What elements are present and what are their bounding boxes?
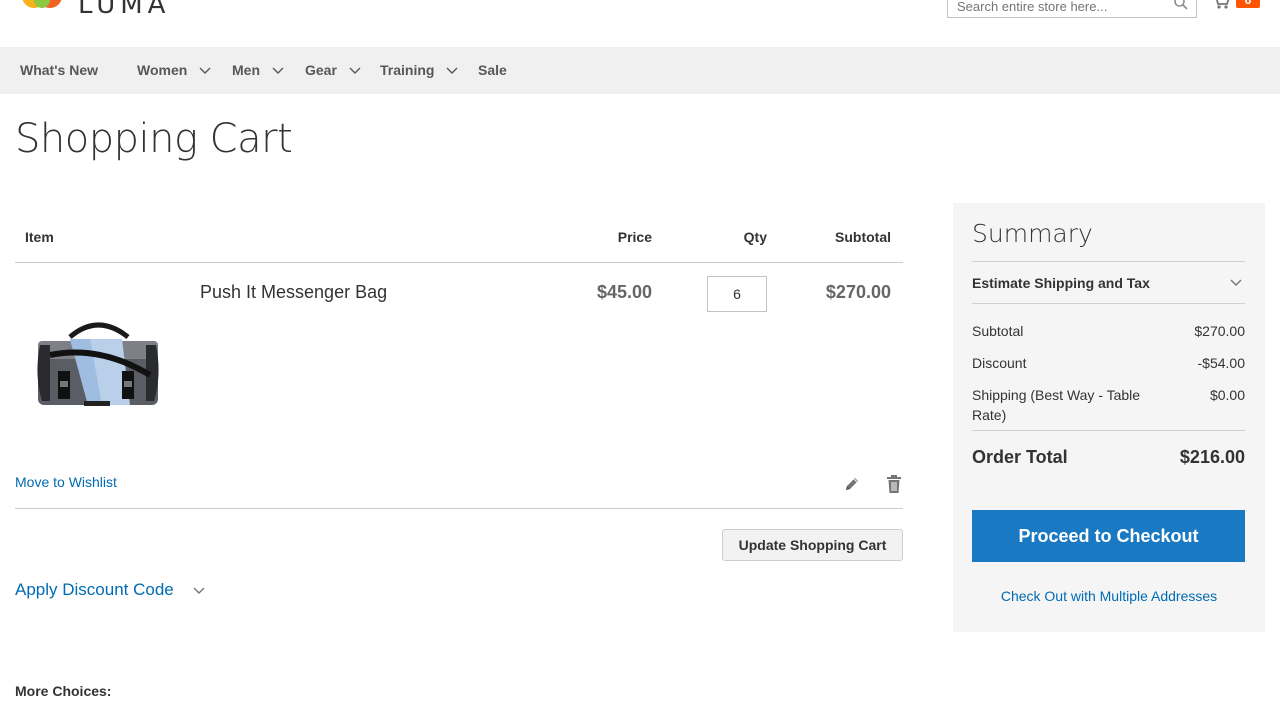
cart-summary: Summary Estimate Shipping and Tax Subtot… [953,203,1265,632]
more-choices-heading: More Choices: [15,683,112,699]
estimate-shipping-toggle[interactable]: Estimate Shipping and Tax [972,275,1150,291]
edit-pencil-icon[interactable] [843,475,861,493]
nav-item-sale[interactable]: Sale [478,47,507,94]
product-subtotal: $270.00 [825,282,891,302]
nav-item-whats-new[interactable]: What's New [20,47,98,94]
update-shopping-cart-button[interactable]: Update Shopping Cart [722,529,903,561]
summary-discount-value: -$54.00 [1197,355,1245,371]
product-name-link[interactable]: Push It Messenger Bag [200,282,387,303]
summary-shipping-label: Shipping (Best Way - Table Rate) [972,387,1141,423]
nav-item-men[interactable]: Men [232,47,284,94]
nav-item-label: What's New [20,62,99,78]
qty-input[interactable] [707,276,767,312]
chevron-down-icon [199,67,211,75]
site-header: LUMA 6 [0,0,1280,47]
summary-divider [972,261,1245,262]
product-price: $45.00 [596,282,652,302]
logo-text[interactable]: LUMA [78,0,170,20]
chevron-down-icon[interactable] [1230,279,1242,287]
page-title: Shopping Cart [15,116,293,162]
summary-discount-label: Discount [972,355,1027,371]
cart-icon [1216,0,1230,9]
nav-item-training[interactable]: Training [380,47,458,94]
order-total-value: $216.00 [1179,447,1245,467]
main-navigation: What's New Women Men Gear Training Sale [0,47,1280,94]
product-image[interactable] [30,315,162,415]
trash-icon[interactable] [885,474,903,494]
nav-item-gear[interactable]: Gear [305,47,361,94]
nav-item-label: Men [232,62,260,78]
nav-item-label: Gear [305,62,337,78]
search-input[interactable] [948,0,1168,17]
column-header-price: Price [617,229,652,245]
chevron-down-icon [349,67,361,75]
proceed-to-checkout-button[interactable]: Proceed to Checkout [972,510,1245,562]
move-to-wishlist-link[interactable]: Move to Wishlist [15,474,117,490]
nav-item-women[interactable]: Women [137,47,211,94]
summary-subtotal-label: Subtotal [972,323,1024,339]
search-box [947,0,1197,18]
summary-divider [972,430,1245,431]
table-footer-divider [15,508,903,509]
order-total-label: Order Total [972,447,1068,467]
search-button[interactable] [1170,0,1192,17]
summary-divider [972,303,1245,304]
column-header-subtotal: Subtotal [835,229,891,245]
chevron-down-icon [193,587,204,594]
column-header-item: Item [25,229,54,245]
nav-item-label: Sale [478,62,507,78]
column-header-qty: Qty [743,229,767,245]
cart-count-badge: 6 [1236,0,1260,8]
minicart-button[interactable]: 6 [1212,0,1262,16]
nav-item-label: Women [137,62,188,78]
nav-item-label: Training [380,62,435,78]
summary-subtotal-value: $270.00 [1194,323,1245,339]
apply-discount-code-label: Apply Discount Code [15,580,174,599]
table-header-divider [15,262,903,263]
summary-shipping-value: $0.00 [1209,387,1245,403]
apply-discount-code-toggle[interactable]: Apply Discount Code [15,580,205,600]
multiple-addresses-checkout-link[interactable]: Check Out with Multiple Addresses [953,588,1265,604]
chevron-down-icon [446,67,458,75]
chevron-down-icon [272,67,284,75]
search-icon [1174,0,1188,10]
summary-title: Summary [972,219,1093,248]
luma-logo-icon[interactable] [20,0,66,22]
